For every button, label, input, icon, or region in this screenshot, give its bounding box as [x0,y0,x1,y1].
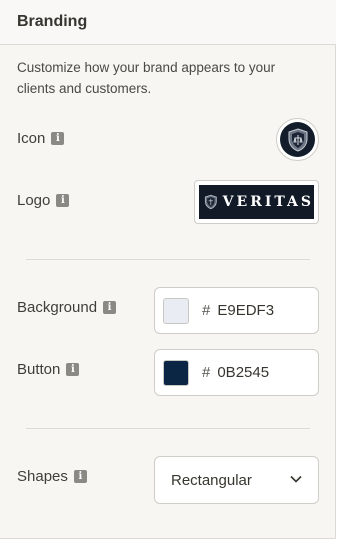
button-color-field[interactable]: # [154,349,319,396]
info-icon[interactable]: i [51,132,65,145]
shield-icon [204,194,217,210]
hash-prefix: # [202,364,211,381]
panel-header: Branding [0,0,336,45]
branding-panel: Branding Customize how your brand appear… [0,0,336,539]
info-icon[interactable]: i [66,363,80,376]
chevron-down-icon [290,475,302,483]
shapes-select[interactable]: Rectangular [154,456,319,504]
shapes-label: Shapes [17,468,68,485]
icon-row-label: Icon i [17,130,65,147]
button-color-swatch[interactable] [163,359,189,386]
brand-icon-upload[interactable] [276,118,319,161]
icon-label: Icon [17,130,46,147]
panel-title: Branding [17,13,88,30]
brand-logo-image: VERITAS [199,185,314,219]
info-icon[interactable]: i [73,470,87,483]
panel-description: Customize how your brand appears to your… [17,60,276,96]
info-icon[interactable]: i [103,301,117,314]
logo-label: Logo [17,192,51,209]
background-color-field[interactable]: # [154,287,319,334]
brand-logo-upload[interactable]: VERITAS [194,180,319,224]
button-hex-input[interactable] [217,364,308,381]
shield-icon [288,127,307,152]
hash-prefix: # [202,302,211,319]
background-label: Background [17,299,98,316]
background-row-label: Background i [17,299,117,316]
background-hex-input[interactable] [217,302,308,319]
brand-icon-image [280,122,315,157]
divider [26,428,310,429]
button-color-label: Button [17,361,61,378]
logo-wordmark: VERITAS [222,194,314,210]
divider [26,259,310,260]
logo-row-label: Logo i [17,192,70,209]
shapes-selected-value: Rectangular [171,471,252,489]
background-color-swatch[interactable] [163,297,189,324]
button-row-label: Button i [17,361,80,378]
shapes-row-label: Shapes i [17,468,87,485]
info-icon[interactable]: i [56,194,70,207]
